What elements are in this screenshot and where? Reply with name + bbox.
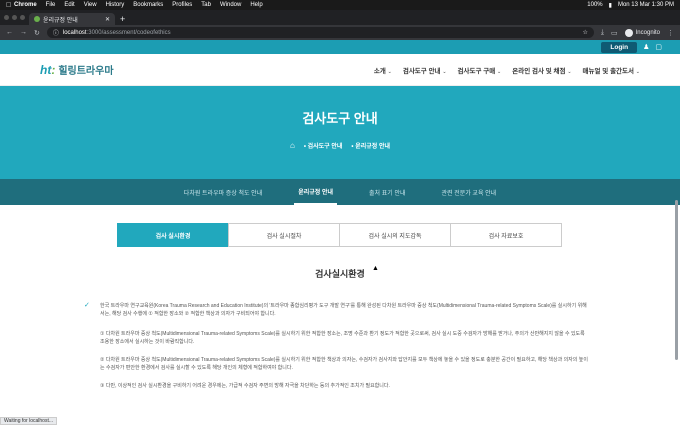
page-scrollbar[interactable] bbox=[675, 200, 678, 360]
apple-icon[interactable]:  bbox=[6, 2, 14, 9]
tab-supervision[interactable]: 검사 실시의 지도감독 bbox=[339, 223, 451, 247]
menu-profiles[interactable]: Profiles bbox=[172, 2, 192, 8]
logo-text: 힐링트라우마 bbox=[58, 66, 114, 77]
login-button[interactable]: Login bbox=[601, 41, 638, 53]
minimize-window-icon[interactable] bbox=[12, 15, 17, 20]
chevron-down-icon: ⌄ bbox=[635, 68, 640, 75]
menu-chrome[interactable]: Chrome bbox=[14, 2, 37, 8]
browser-tab-title: 윤리규정 안내 bbox=[43, 17, 78, 24]
menu-view[interactable]: View bbox=[84, 2, 97, 8]
chevron-down-icon: ⌄ bbox=[567, 68, 572, 75]
browser-tab[interactable]: 윤리규정 안내 ✕ bbox=[29, 13, 115, 25]
logo-mark-icon: ht: bbox=[40, 62, 56, 77]
menu-file[interactable]: File bbox=[46, 2, 56, 8]
close-window-icon[interactable] bbox=[4, 15, 9, 20]
subtab-citation[interactable]: 출처 표기 안내 bbox=[365, 179, 409, 205]
profile-label: Incognito bbox=[635, 29, 660, 36]
url-host: localhost bbox=[62, 29, 87, 36]
paragraph: ② 다차원 트라우마 증상 척도(Multidimensional Trauma… bbox=[100, 357, 588, 371]
url-path: :3000/assessment/codeofethics bbox=[86, 29, 171, 36]
forward-icon[interactable]: → bbox=[20, 29, 27, 36]
content-body: ✓ 한국 트라우마 연구교육원(Korea Trauma Research an… bbox=[84, 302, 590, 390]
browser-status-bar: Waiting for localhost... bbox=[0, 417, 58, 425]
menu-tab[interactable]: Tab bbox=[201, 2, 211, 8]
paragraph: 한국 트라우마 연구교육원(Korea Trauma Research and … bbox=[100, 303, 587, 317]
paragraph: ③ 다만, 이상적인 검사 실시환경을 구비하기 어려운 경우에는, 가급적 수… bbox=[100, 383, 390, 389]
main-nav: 소개 ⌄ 검사도구 안내 ⌄ 검사도구 구매 ⌄ 온라인 검사 및 채점 ⌄ 매… bbox=[374, 65, 640, 75]
back-icon[interactable]: ← bbox=[6, 29, 13, 36]
user-icon[interactable]: ♟ bbox=[643, 43, 649, 51]
os-menu-bar:  Chrome File Edit View History Bookmark… bbox=[0, 0, 680, 10]
menu-status-area: 100% ▮ Mon 13 Mar 1:30 PM bbox=[587, 2, 674, 9]
nav-item-about[interactable]: 소개 ⌄ bbox=[374, 65, 392, 75]
sub-navigation: 다차원 트라우마 증상 척도 안내 윤리규정 안내 출처 표기 안내 관련 전문… bbox=[0, 179, 680, 205]
page-title: 검사도구 안내 bbox=[302, 110, 378, 126]
chevron-down-icon: ⌄ bbox=[497, 68, 502, 75]
close-tab-icon[interactable]: ✕ bbox=[105, 16, 110, 23]
site-header: ht: 힐링트라우마 소개 ⌄ 검사도구 안내 ⌄ 검사도구 구매 ⌄ 온라인 … bbox=[0, 54, 680, 86]
tab-data-protection[interactable]: 검사 자료보호 bbox=[450, 223, 562, 247]
favicon-icon bbox=[34, 16, 40, 22]
clock[interactable]: Mon 13 Mar 1:30 PM bbox=[618, 2, 674, 8]
browser-tab-strip: 윤리규정 안내 ✕ + bbox=[0, 10, 680, 25]
section-title: 검사실시환경 bbox=[315, 269, 365, 279]
breadcrumb: ⌂ • 검사도구 안내 • 윤리규정 안내 bbox=[290, 141, 390, 150]
battery-icon[interactable]: ▮ bbox=[609, 2, 612, 9]
site-utility-bar: Login ♟ ▢ bbox=[0, 40, 680, 54]
nav-item-purchase[interactable]: 검사도구 구매 ⌄ bbox=[458, 65, 502, 75]
breadcrumb-item[interactable]: • 윤리규정 안내 bbox=[351, 141, 390, 150]
paragraph: ① 다차원 트라우마 증상 척도(Multidimensional Trauma… bbox=[100, 331, 585, 345]
site-info-icon[interactable]: ⓘ bbox=[53, 28, 59, 37]
subtab-training[interactable]: 관련 전문가 교육 안내 bbox=[438, 179, 501, 205]
content-tabs: 검사 실시환경 검사 실시절차 검사 실시의 지도감독 검사 자료보호 bbox=[0, 223, 680, 247]
cart-icon[interactable]: ▢ bbox=[655, 43, 662, 51]
incognito-icon bbox=[624, 28, 633, 37]
subtab-scale-info[interactable]: 다차원 트라우마 증상 척도 안내 bbox=[180, 179, 266, 205]
home-icon[interactable]: ⌂ bbox=[290, 141, 295, 150]
tab-environment[interactable]: 검사 실시환경 bbox=[117, 223, 229, 247]
sidepanel-icon[interactable]: ▭ bbox=[611, 29, 618, 37]
menu-help[interactable]: Help bbox=[250, 2, 262, 8]
tab-procedure[interactable]: 검사 실시절차 bbox=[228, 223, 340, 247]
zoom-window-icon[interactable] bbox=[20, 15, 25, 20]
main-content: 검사 실시환경 검사 실시절차 검사 실시의 지도감독 검사 자료보호 검사실시… bbox=[0, 205, 680, 390]
check-icon: ✓ bbox=[84, 302, 90, 309]
menu-bookmarks[interactable]: Bookmarks bbox=[133, 2, 163, 8]
browser-toolbar: ← → ↻ ⓘ localhost:3000/assessment/codeof… bbox=[0, 25, 680, 40]
download-icon[interactable]: ⤓ bbox=[601, 29, 604, 37]
chevron-down-icon: ⌄ bbox=[387, 68, 392, 75]
site-logo[interactable]: ht: 힐링트라우마 bbox=[40, 62, 114, 78]
battery-level: 100% bbox=[587, 2, 603, 8]
chevron-down-icon: ⌄ bbox=[442, 68, 447, 75]
menu-history[interactable]: History bbox=[106, 2, 125, 8]
reload-icon[interactable]: ↻ bbox=[34, 29, 40, 37]
nav-item-tools[interactable]: 검사도구 안내 ⌄ bbox=[403, 65, 447, 75]
address-bar[interactable]: ⓘ localhost:3000/assessment/codeofethics… bbox=[46, 27, 594, 38]
new-tab-icon[interactable]: + bbox=[120, 13, 125, 25]
hero-banner: 검사도구 안내 ⌂ • 검사도구 안내 • 윤리규정 안내 bbox=[0, 86, 680, 179]
more-menu-icon[interactable]: ⋮ bbox=[667, 29, 674, 37]
mouse-cursor-icon: ▲ bbox=[372, 265, 379, 272]
menu-edit[interactable]: Edit bbox=[64, 2, 74, 8]
bookmark-star-icon[interactable]: ☆ bbox=[583, 29, 588, 36]
breadcrumb-item[interactable]: • 검사도구 안내 bbox=[304, 141, 343, 150]
profile-button[interactable]: Incognito bbox=[624, 28, 660, 37]
nav-item-online-test[interactable]: 온라인 검사 및 채점 ⌄ bbox=[512, 65, 571, 75]
nav-item-manuals[interactable]: 매뉴얼 및 출간도서 ⌄ bbox=[583, 65, 640, 75]
window-controls bbox=[4, 10, 25, 25]
menu-window[interactable]: Window bbox=[220, 2, 241, 8]
subtab-ethics[interactable]: 윤리규정 안내 bbox=[294, 179, 338, 205]
